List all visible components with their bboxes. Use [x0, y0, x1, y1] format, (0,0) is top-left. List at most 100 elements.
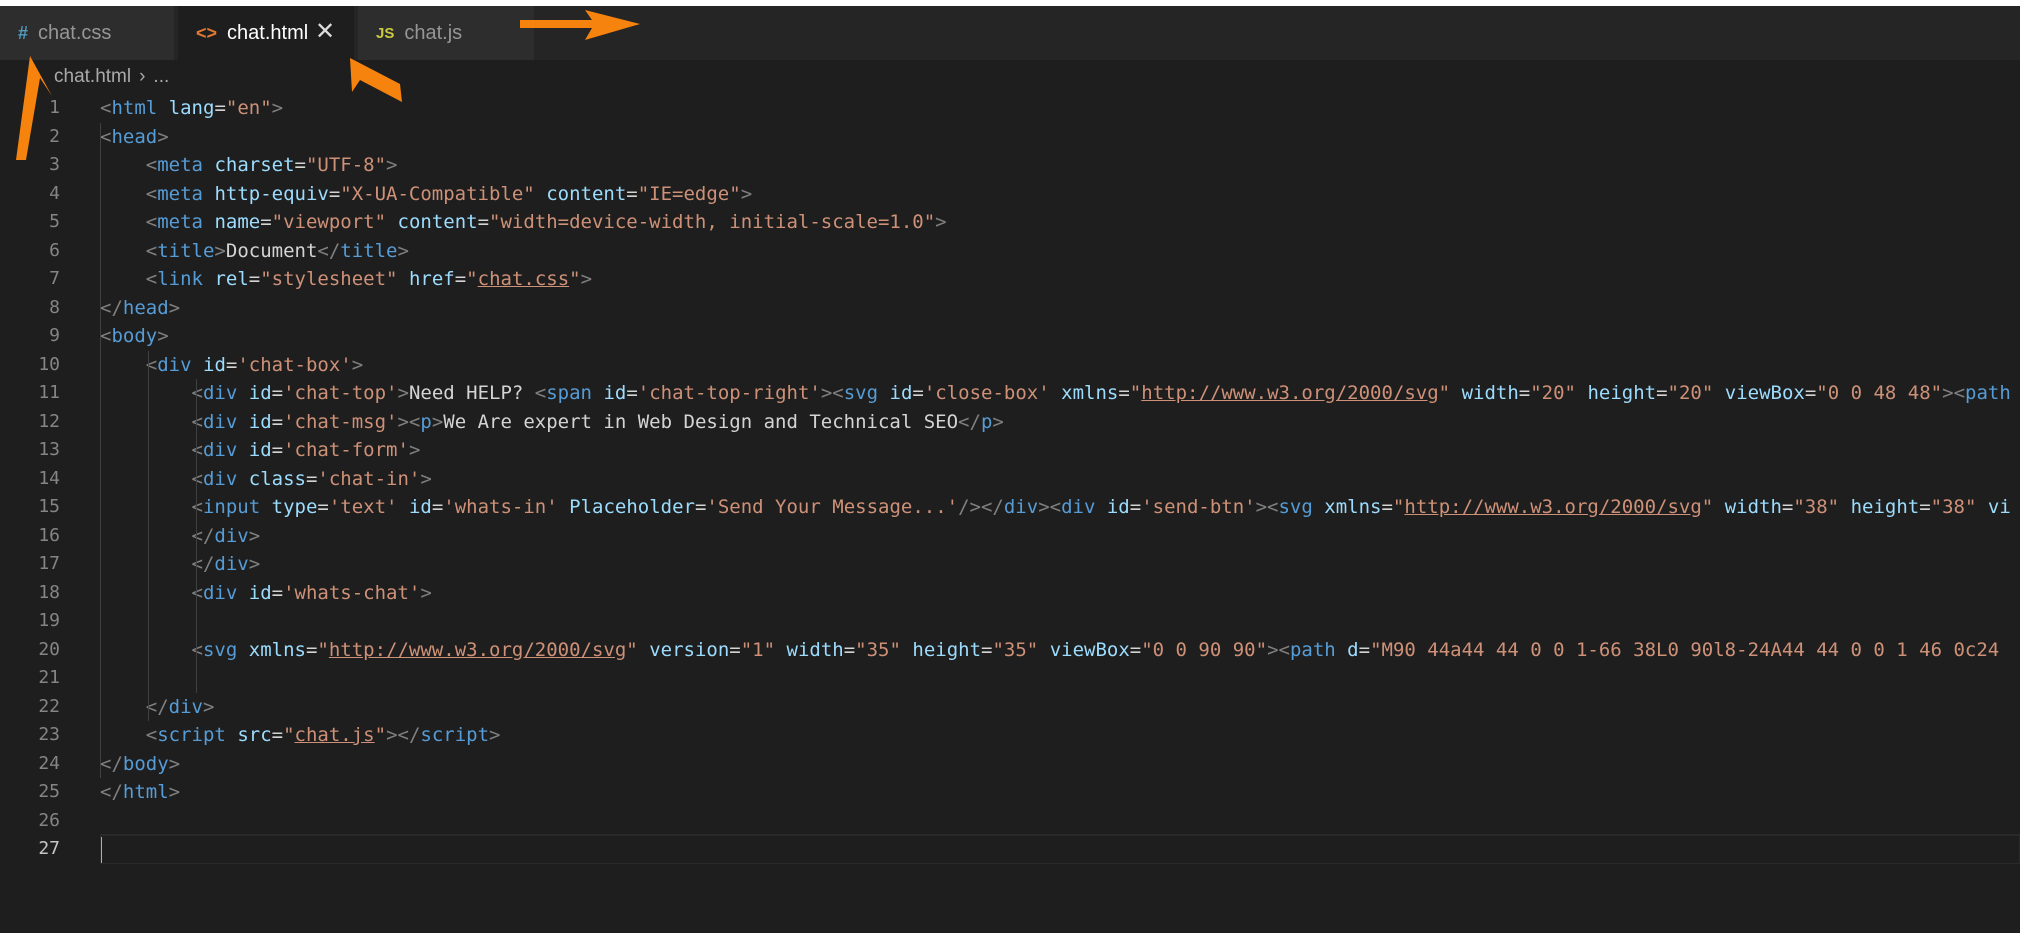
code-line[interactable]: <meta name="viewport" content="width=dev… — [100, 208, 2020, 237]
code-line[interactable]: </div> — [100, 550, 2020, 579]
code-line[interactable]: </div> — [100, 692, 2020, 721]
line-number: 23 — [38, 724, 60, 745]
code-line[interactable]: <div id='chat-top'>Need HELP? <span id='… — [100, 379, 2020, 408]
code-token: </ — [317, 239, 341, 262]
code-token: >< — [1267, 638, 1290, 661]
indent-guide — [100, 521, 101, 550]
line-number: 7 — [49, 268, 60, 289]
indent-guide — [100, 265, 101, 294]
code-token: 'chat-form' — [283, 439, 409, 461]
code-line[interactable]: <input type='text' id='whats-in' Placeho… — [100, 493, 2020, 522]
code-token: = — [328, 182, 341, 205]
code-token: div — [168, 695, 203, 718]
indent-guide — [196, 607, 197, 636]
code-token: > — [168, 752, 181, 775]
code-editor[interactable]: 1 2 3 4 5 6 7 8 9 10 11 12 13 14 15 16 17 18 19 20 21 22 23 24 2… — [0, 94, 2020, 933]
code-line[interactable]: <div id='chat-box'> — [100, 350, 2020, 379]
code-token: id — [408, 496, 432, 518]
code-token: id — [248, 382, 272, 404]
code-token: link — [157, 268, 203, 290]
code-token: width — [1724, 496, 1782, 518]
code-line[interactable] — [100, 607, 2020, 636]
code-token: "0 0 48 48" — [1816, 382, 1943, 404]
code-token: > — [397, 239, 409, 262]
code-line[interactable]: <body> — [100, 322, 2020, 351]
code-line[interactable]: </div> — [100, 521, 2020, 550]
line-number: 18 — [38, 581, 60, 603]
code-token: "UTF-8" — [305, 154, 387, 176]
line-number: 22 — [38, 695, 60, 717]
code-line[interactable]: <link rel="stylesheet" href="chat.css"> — [100, 265, 2020, 294]
indent-guide — [100, 179, 101, 208]
indent-guide — [100, 578, 101, 607]
code-line[interactable]: <script src="chat.js"></script> — [100, 721, 2020, 750]
code-line[interactable]: <div id='whats-chat'> — [100, 578, 2020, 607]
code-token: "X-UA-Compatible" — [340, 182, 535, 205]
code-line[interactable]: <meta http-equiv="X-UA-Compatible" conte… — [100, 179, 2020, 208]
code-token: = — [260, 211, 272, 233]
code-token: = — [294, 154, 306, 176]
code-token: version — [649, 638, 730, 661]
code-line[interactable]: </html> — [100, 778, 2020, 807]
line-number: 3 — [49, 154, 60, 175]
code-line[interactable]: </body> — [100, 749, 2020, 778]
indent-guide — [196, 436, 197, 465]
code-token: " — [1701, 496, 1714, 518]
code-token: >< — [1942, 382, 1966, 404]
code-token: > — [157, 325, 169, 347]
code-line[interactable] — [100, 664, 2020, 693]
code-line[interactable]: <title>Document</title> — [100, 236, 2020, 265]
close-icon[interactable]: ✕ — [312, 19, 338, 45]
code-token: svg — [843, 382, 879, 404]
code-line[interactable]: <div class='chat-in'> — [100, 464, 2020, 493]
code-line[interactable] — [100, 807, 2020, 836]
indent-guide — [148, 635, 149, 664]
code-line[interactable]: <svg xmlns="http://www.w3.org/2000/svg" … — [100, 635, 2020, 664]
code-line[interactable]: <html lang="en"> — [100, 94, 2020, 123]
code-line[interactable]: <div id='chat-form'> — [100, 436, 2020, 465]
code-token: p — [420, 410, 432, 433]
code-token: = — [729, 638, 741, 661]
tab-chat-js[interactable]: JS chat.js — [358, 6, 534, 60]
line-number: 20 — [38, 638, 60, 660]
code-token: = — [271, 382, 284, 404]
code-token: xmlns — [1324, 496, 1382, 518]
code-token: " — [283, 724, 295, 746]
code-token: 'close-box' — [923, 382, 1050, 404]
code-token: span — [546, 382, 592, 404]
code-token: class — [248, 467, 306, 490]
code-line[interactable]: <head> — [100, 122, 2020, 151]
line-number: 2 — [49, 125, 60, 147]
tab-chat-css[interactable]: # chat.css — [0, 6, 174, 60]
indent-guide — [148, 607, 149, 636]
code-token: > — [202, 695, 215, 718]
code-line[interactable]: <div id='chat-msg'><p>We Are expert in W… — [100, 407, 2020, 436]
line-number: 17 — [38, 553, 60, 574]
code-token: http-equiv — [214, 182, 329, 205]
code-token: div — [1061, 496, 1096, 518]
code-line[interactable] — [100, 834, 2020, 864]
code-line[interactable]: <meta charset="UTF-8"> — [100, 151, 2020, 180]
code-line[interactable]: </head> — [100, 293, 2020, 322]
code-token: 'send-btn' — [1141, 496, 1256, 518]
code-area[interactable]: <html lang="en"> <head> <meta charset="UT… — [100, 94, 2020, 864]
code-token: = — [981, 638, 993, 661]
code-token: = — [912, 382, 924, 404]
tab-chat-html[interactable]: <> chat.html ✕ — [178, 6, 354, 60]
code-token: < — [100, 125, 112, 148]
code-token: html — [122, 781, 169, 803]
breadcrumb-symbols[interactable]: ... — [153, 66, 169, 87]
breadcrumb-file[interactable]: chat.html — [54, 66, 131, 87]
code-token: meta — [157, 211, 203, 233]
code-token: 'whats-chat' — [283, 581, 421, 604]
code-token: rel — [214, 268, 249, 290]
